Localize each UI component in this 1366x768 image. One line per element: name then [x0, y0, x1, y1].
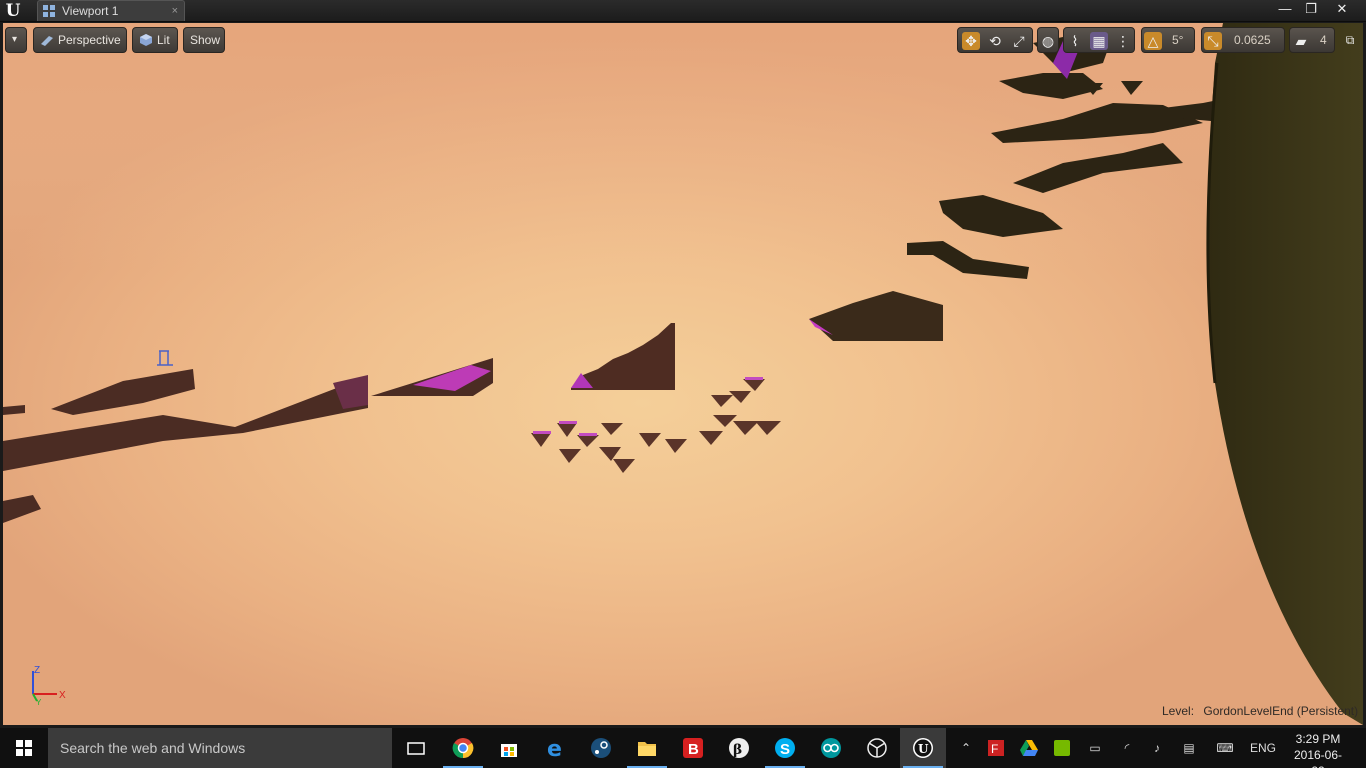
maximize-button[interactable]: ❐ — [1298, 0, 1324, 17]
chevron-down-icon: ▾ — [12, 34, 18, 45]
show-label: Show — [190, 33, 221, 47]
volume-icon[interactable]: ♪ — [1148, 728, 1166, 768]
file-explorer-icon[interactable] — [624, 728, 670, 768]
clock[interactable]: 3:29 PM 2016-06-22 — [1288, 731, 1348, 768]
surface-snap-icon[interactable]: ⌇ — [1066, 32, 1084, 50]
rotation-snap-group[interactable]: △ 5° — [1141, 27, 1195, 53]
tab-close-icon[interactable]: × — [172, 1, 178, 21]
touch-keyboard-icon[interactable]: ⌨ — [1212, 728, 1238, 768]
edge-icon[interactable]: e — [532, 728, 578, 768]
store-icon[interactable] — [486, 728, 532, 768]
svg-text:e: e — [547, 737, 562, 759]
camera-perspective-icon — [41, 36, 53, 46]
scene-render — [3, 23, 1363, 725]
rotation-snap-icon: △ — [1144, 32, 1162, 50]
camera-speed-button[interactable]: ▰ 4 — [1289, 27, 1335, 53]
svg-text:B: B — [688, 741, 699, 758]
clock-time: 3:29 PM — [1295, 732, 1341, 746]
scale-snap-group[interactable]: ⤡ 0.0625 — [1201, 27, 1285, 53]
scale-mode-icon[interactable]: ⤢ — [1010, 32, 1028, 50]
nvidia-icon[interactable] — [1054, 728, 1072, 768]
translate-mode-icon[interactable]: ✥ — [962, 32, 980, 50]
clock-date: 2016-06-22 — [1293, 748, 1343, 768]
wifi-icon[interactable]: ◜ — [1118, 728, 1136, 768]
camera-speed-value: 4 — [1320, 33, 1327, 47]
svg-text:S: S — [780, 741, 790, 758]
level-viewport[interactable]: ▾ Perspective Lit Show ✥ ⟲ ⤢ ◍ ⌇ ▦ ⋮ △ 5… — [3, 23, 1363, 725]
start-button[interactable] — [0, 728, 48, 768]
tab-label: Viewport 1 — [62, 4, 119, 18]
grid-size-icon[interactable]: ⋮ — [1114, 32, 1132, 50]
windows-taskbar: Search the web and Windows e B β S U ⌃ F — [0, 728, 1366, 768]
world-globe-icon: ◍ — [1041, 33, 1055, 49]
steam-icon[interactable] — [578, 728, 624, 768]
windows-logo-icon — [16, 740, 32, 756]
level-label: Level: — [1162, 704, 1195, 718]
tab-viewport-1[interactable]: Viewport 1 × — [37, 0, 185, 21]
rotate-mode-icon[interactable]: ⟲ — [986, 32, 1004, 50]
current-level: Level: GordonLevelEnd (Persistent) — [1162, 704, 1358, 718]
window-titlebar: U Viewport 1 × — ❐ ✕ — [0, 0, 1366, 22]
scale-snap-value: 0.0625 — [1234, 33, 1271, 47]
skype-icon[interactable]: S — [762, 728, 808, 768]
axis-y-label: Y — [36, 698, 42, 705]
level-name: GordonLevelEnd (Persistent) — [1203, 704, 1359, 718]
task-view-icon[interactable] — [393, 728, 439, 768]
viewport-grid-icon — [43, 5, 55, 17]
lit-mode-button[interactable]: Lit — [132, 27, 178, 53]
b3-app-icon[interactable]: β — [716, 728, 762, 768]
b-app-icon[interactable]: B — [670, 728, 716, 768]
taskbar-search-box[interactable]: Search the web and Windows — [48, 728, 392, 768]
show-hidden-icons-icon[interactable]: ⌃ — [958, 728, 974, 768]
show-button[interactable]: Show — [183, 27, 225, 53]
svg-text:F: F — [991, 742, 998, 756]
axis-x-label: X — [59, 690, 66, 701]
svg-text:β: β — [733, 742, 742, 758]
blender-icon[interactable] — [854, 728, 900, 768]
scale-snap-icon: ⤡ — [1204, 32, 1222, 50]
maximize-viewport-icon[interactable]: ⧉ — [1341, 31, 1359, 49]
perspective-button[interactable]: Perspective — [33, 27, 127, 53]
unreal-logo-icon: U — [5, 1, 21, 21]
google-drive-icon[interactable] — [1020, 728, 1038, 768]
lit-label: Lit — [157, 33, 170, 47]
close-button[interactable]: ✕ — [1324, 0, 1360, 17]
snap-group: ⌇ ▦ ⋮ — [1063, 27, 1135, 53]
lit-sphere-icon — [140, 34, 152, 46]
camera-speed-icon: ▰ — [1295, 33, 1307, 49]
viewport-options-button[interactable]: ▾ — [5, 27, 27, 53]
minimize-button[interactable]: — — [1272, 0, 1298, 17]
transform-mode-group: ✥ ⟲ ⤢ — [957, 27, 1033, 53]
rotation-snap-value: 5° — [1172, 33, 1184, 47]
arduino-icon[interactable] — [808, 728, 854, 768]
svg-text:U: U — [918, 742, 929, 756]
language-indicator[interactable]: ENG — [1250, 728, 1278, 768]
chrome-icon[interactable] — [440, 728, 486, 768]
grid-snap-icon[interactable]: ▦ — [1090, 32, 1108, 50]
axis-gizmo: Z X Y — [32, 665, 66, 705]
action-center-icon[interactable]: ▤ — [1180, 728, 1198, 768]
tray-red-app-icon[interactable]: F — [988, 728, 1006, 768]
axis-z-label: Z — [34, 665, 40, 676]
coordinate-system-button[interactable]: ◍ — [1037, 27, 1059, 53]
battery-icon[interactable]: ▭ — [1086, 728, 1104, 768]
unreal-engine-icon[interactable]: U — [900, 728, 946, 768]
perspective-label: Perspective — [58, 33, 121, 47]
